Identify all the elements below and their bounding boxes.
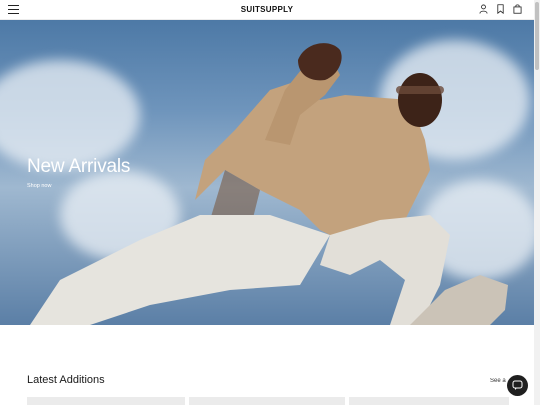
shop-now-link[interactable]: Shop now bbox=[27, 183, 51, 189]
chat-bubble-icon bbox=[512, 380, 523, 390]
scrollbar-thumb[interactable] bbox=[535, 2, 539, 70]
brand-logo[interactable]: SUITSUPPLY bbox=[0, 5, 534, 14]
see-all-link[interactable]: See all bbox=[490, 378, 506, 384]
header-actions bbox=[479, 4, 522, 14]
product-card[interactable] bbox=[189, 397, 345, 405]
shopping-bag-icon[interactable] bbox=[513, 4, 522, 14]
hero-banner[interactable]: New Arrivals Shop now bbox=[0, 20, 534, 325]
chat-button[interactable] bbox=[507, 375, 528, 396]
top-navigation-bar: SUITSUPPLY bbox=[0, 0, 534, 20]
page-scrollbar[interactable] bbox=[534, 0, 540, 405]
user-icon[interactable] bbox=[479, 4, 488, 14]
product-card[interactable] bbox=[349, 397, 509, 405]
product-card[interactable] bbox=[27, 397, 185, 405]
hero-title: New Arrivals bbox=[27, 156, 131, 177]
latest-additions-title: Latest Additions bbox=[27, 374, 105, 386]
bookmark-icon[interactable] bbox=[496, 4, 505, 14]
